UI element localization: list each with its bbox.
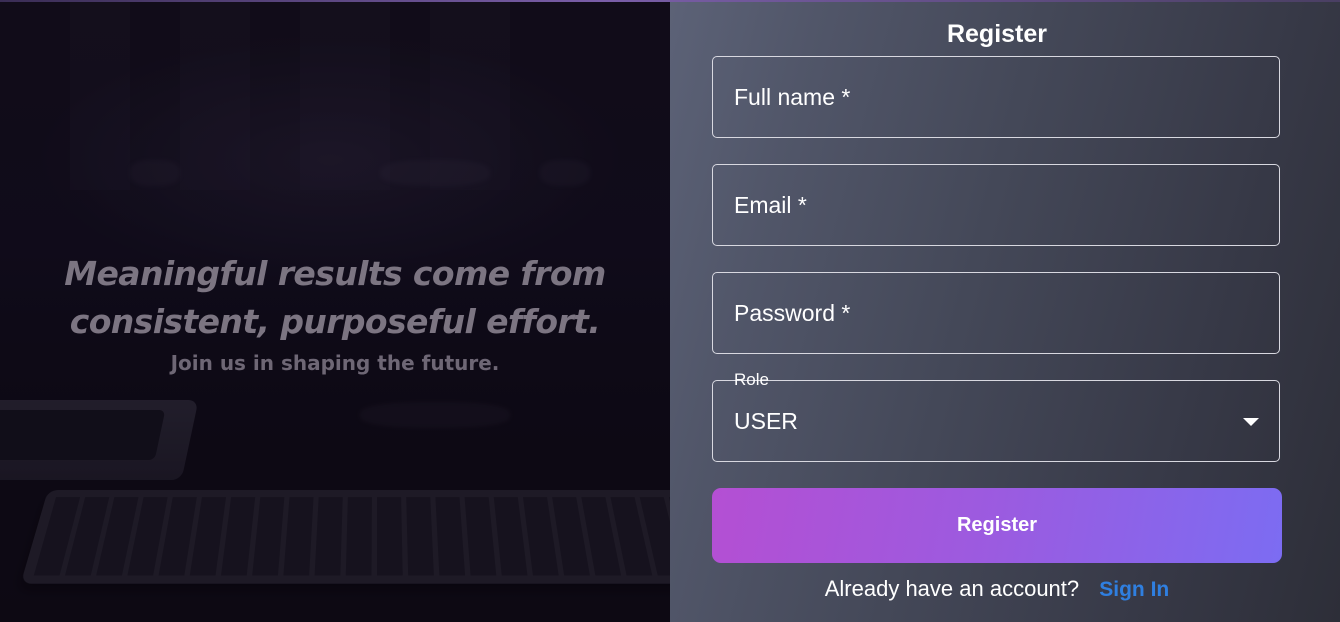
email-placeholder: Email * xyxy=(734,192,807,218)
password-field[interactable]: Password * xyxy=(712,272,1280,354)
full-name-field[interactable]: Full name * xyxy=(712,56,1280,138)
password-placeholder: Password * xyxy=(734,300,851,326)
role-value: USER xyxy=(734,408,798,434)
hero-text: Meaningful results come from consistent,… xyxy=(0,250,670,376)
email-field[interactable]: Email * xyxy=(712,164,1280,246)
signin-row: Already have an account? Sign In xyxy=(712,574,1282,605)
hero-headline-line-2: consistent, purposeful effort. xyxy=(69,302,601,341)
register-panel: Register Full name * Email * Password * … xyxy=(670,0,1340,622)
top-accent-line xyxy=(0,0,1340,2)
chevron-down-icon[interactable] xyxy=(1243,418,1259,426)
role-select[interactable]: Role USER xyxy=(712,370,1280,462)
hero-panel: Meaningful results come from consistent,… xyxy=(0,0,670,622)
hero-headline-line-1: Meaningful results come from xyxy=(64,254,606,293)
form-title: Register xyxy=(946,20,1048,48)
register-button[interactable]: Register xyxy=(712,488,1282,563)
full-name-placeholder: Full name * xyxy=(734,84,851,110)
register-page: Meaningful results come from consistent,… xyxy=(0,0,1340,622)
signin-link[interactable]: Sign In xyxy=(1099,578,1169,601)
hero-subtitle: Join us in shaping the future. xyxy=(170,351,500,375)
hero-headline: Meaningful results come from consistent,… xyxy=(0,250,670,346)
signin-prompt: Already have an account? xyxy=(824,576,1080,601)
